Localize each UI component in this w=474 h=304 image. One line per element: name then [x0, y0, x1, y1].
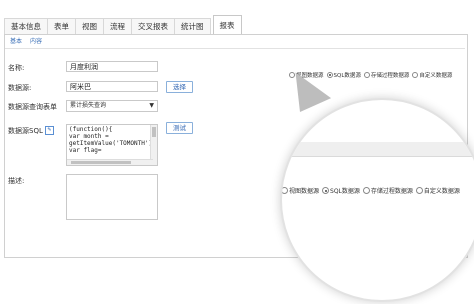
radio-label: SQL数据源	[330, 188, 360, 195]
radio-sql-source[interactable]	[326, 72, 333, 78]
scroll-thumb[interactable]	[152, 127, 156, 137]
scroll-thumb[interactable]	[71, 161, 131, 164]
sql-line: var flag=	[69, 147, 102, 154]
name-label: 名称:	[8, 64, 25, 72]
radio-view-source[interactable]	[282, 187, 288, 194]
sql-horizontal-scrollbar[interactable]	[67, 159, 153, 165]
radio-label: SQL数据源	[333, 73, 361, 79]
magnified-band	[282, 142, 474, 157]
radio-label: 存储过程数据源	[370, 73, 410, 79]
sql-label: 数据源SQL	[8, 127, 43, 135]
radio-sql-source[interactable]	[322, 187, 330, 194]
sql-line: (function(){	[69, 126, 113, 133]
chevron-down-icon: ▼	[149, 102, 154, 109]
sql-textarea[interactable]: (function(){ var month = getItemValue('T…	[66, 124, 158, 166]
subtab-basic[interactable]: 基本	[10, 36, 22, 45]
radio-custom-source[interactable]	[415, 187, 423, 194]
radio-custom-source[interactable]	[412, 72, 419, 78]
magnifier-lens: 视图数据源 SQL数据源 存储过程数据源 自定义数据源	[280, 98, 474, 302]
description-textarea[interactable]	[66, 174, 158, 220]
radio-label: 自定义数据源	[423, 188, 460, 195]
query-form-select[interactable]: 累计损失查询 ▼	[66, 100, 158, 112]
description-label: 描述:	[8, 177, 25, 185]
subtab-divider	[5, 48, 465, 49]
datasource-label: 数据源:	[8, 84, 32, 92]
radio-label: 存储过程数据源	[370, 188, 413, 195]
select-button[interactable]: 选择	[166, 81, 193, 93]
edit-icon[interactable]: ✎	[45, 126, 54, 135]
sql-line: var month =	[69, 133, 109, 140]
sub-tabs: 基本 内容	[10, 36, 42, 45]
sql-line: getItemValue('TOMONTH');	[69, 140, 156, 147]
magnified-source-type-radios: 视图数据源 SQL数据源 存储过程数据源 自定义数据源	[282, 186, 460, 195]
radio-label: 自定义数据源	[419, 73, 453, 79]
query-form-value: 累计损失查询	[70, 102, 107, 109]
radio-procedure-source[interactable]	[363, 72, 370, 78]
radio-procedure-source[interactable]	[362, 187, 370, 194]
main-tabs: 基本信息 表单 视图 流程 交叉报表 统计图 报表	[4, 14, 242, 37]
radio-label: 视图数据源	[289, 188, 320, 195]
datasource-input[interactable]: 阿米巴	[66, 81, 158, 92]
name-input[interactable]: 月度利润	[66, 61, 158, 72]
test-button[interactable]: 测试	[166, 122, 193, 134]
subtab-content[interactable]: 内容	[30, 36, 42, 45]
query-form-label: 数据源查询表单	[8, 103, 57, 111]
